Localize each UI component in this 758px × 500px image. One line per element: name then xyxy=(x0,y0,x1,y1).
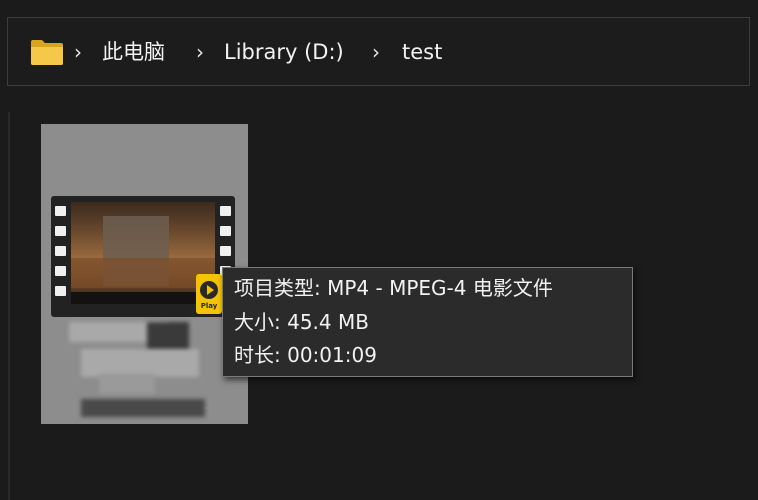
breadcrumb-item-test[interactable]: test xyxy=(402,36,442,68)
play-badge-label: Play xyxy=(200,302,218,310)
breadcrumb-item-this-pc[interactable]: 此电脑 xyxy=(102,36,165,68)
navigation-pane-edge xyxy=(8,112,10,500)
folder-icon[interactable] xyxy=(30,38,64,66)
video-thumbnail-frame xyxy=(71,202,215,304)
chevron-right-icon[interactable]: › xyxy=(193,39,207,65)
chevron-right-icon[interactable]: › xyxy=(71,39,85,65)
tooltip-size: 大小: 45.4 MB xyxy=(234,310,369,334)
chevron-right-icon[interactable]: › xyxy=(369,39,383,65)
play-badge-icon: Play xyxy=(196,274,222,314)
tooltip-item-type: 项目类型: MP4 - MPEG-4 电影文件 xyxy=(234,276,553,300)
file-explorer-window: › 此电脑 › Library (D:) › test Play 项目类型: M… xyxy=(0,0,758,500)
tooltip-duration: 时长: 00:01:09 xyxy=(234,343,377,367)
file-info-tooltip: 项目类型: MP4 - MPEG-4 电影文件 大小: 45.4 MB 时长: … xyxy=(222,267,633,377)
address-bar[interactable]: › 此电脑 › Library (D:) › test xyxy=(7,17,750,86)
breadcrumb-item-library-d[interactable]: Library (D:) xyxy=(224,36,344,68)
file-item-video[interactable]: Play xyxy=(41,124,248,424)
